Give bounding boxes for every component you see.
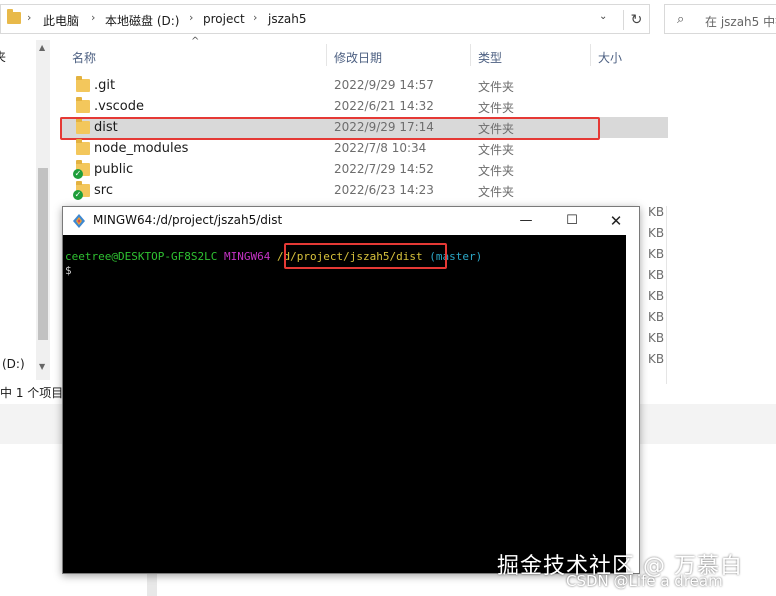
file-type: 文件夹 [478, 80, 515, 94]
column-header-date[interactable]: 修改日期 [334, 49, 382, 66]
search-icon: ⌕ [677, 12, 685, 27]
file-date: 2022/7/29 14:52 [334, 162, 434, 176]
nav-item-drive-d[interactable]: (D:) [2, 357, 25, 371]
scroll-down-icon[interactable]: ▼ [39, 362, 45, 371]
annotation-highlight-box [60, 117, 600, 140]
folder-icon [76, 76, 90, 92]
scroll-up-icon[interactable]: ▲ [39, 43, 45, 52]
column-header-size[interactable]: 大小 [598, 49, 622, 66]
nav-scrollbar[interactable]: ▲ ▼ [36, 40, 50, 380]
address-bar[interactable]: › 此电脑 › 本地磁盘 (D:) › project › jszah5 ⌄ ↻ [0, 4, 650, 34]
chevron-right-icon: › [91, 11, 96, 24]
terminal-titlebar[interactable]: MINGW64:/d/project/jszah5/dist — ☐ ✕ [63, 207, 639, 235]
refresh-icon[interactable]: ↻ [623, 10, 649, 30]
chevron-down-icon[interactable]: ⌄ [599, 11, 607, 22]
file-date: 2022/6/21 14:32 [334, 99, 434, 113]
terminal-title: MINGW64:/d/project/jszah5/dist [93, 213, 283, 227]
breadcrumb-jszah5[interactable]: jszah5 [268, 12, 306, 26]
folder-icon [76, 97, 90, 113]
prompt-user-host: ceetree@DESKTOP-GF8S2LC [65, 250, 218, 263]
terminal-output[interactable]: ceetree@DESKTOP-GF8S2LC MINGW64 /d/proje… [63, 235, 626, 573]
column-header-name[interactable]: 名称 [72, 49, 96, 66]
search-placeholder: 在 jszah5 中搜 [705, 15, 776, 29]
git-bash-logo-icon [73, 214, 85, 228]
file-row[interactable]: node_modules 2022/7/8 10:34 文件夹 [60, 138, 668, 159]
breadcrumb-project[interactable]: project [203, 12, 245, 26]
terminal-input-prompt[interactable]: $ [65, 264, 72, 277]
file-size-unit: KB [648, 352, 665, 366]
file-row[interactable]: ✓ public 2022/7/29 14:52 文件夹 [60, 159, 668, 180]
file-type: 文件夹 [478, 101, 515, 115]
file-name: node_modules [94, 141, 189, 156]
search-input[interactable]: ⌕ 在 jszah5 中搜 [664, 4, 776, 34]
file-date: 2022/7/8 10:34 [334, 141, 427, 155]
chevron-right-icon: › [189, 11, 194, 24]
column-headers: 名称 修改日期 类型 大小 [60, 40, 700, 70]
file-size-unit: KB [648, 247, 665, 261]
file-row[interactable]: .git 2022/9/29 14:57 文件夹 [60, 75, 668, 96]
maximize-button[interactable]: ☐ [549, 207, 595, 235]
file-row[interactable]: ✓ src 2022/6/23 14:23 文件夹 [60, 180, 668, 201]
prompt-system: MINGW64 [223, 250, 271, 263]
breadcrumb-this-pc[interactable]: 此电脑 [43, 12, 79, 29]
nav-item-label[interactable]: 夹 [0, 48, 6, 65]
breadcrumb-local-disk[interactable]: 本地磁盘 (D:) [105, 12, 179, 29]
close-button[interactable]: ✕ [593, 207, 639, 235]
chevron-right-icon: › [27, 11, 32, 24]
file-size-unit: KB [648, 268, 665, 282]
column-divider[interactable] [590, 44, 591, 66]
file-name: .vscode [94, 99, 144, 114]
file-type: 文件夹 [478, 164, 515, 178]
column-divider[interactable] [470, 44, 471, 66]
mingw64-terminal-window[interactable]: MINGW64:/d/project/jszah5/dist — ☐ ✕ cee… [62, 206, 640, 574]
sync-check-icon: ✓ [73, 190, 83, 200]
chevron-right-icon: › [253, 11, 258, 24]
sync-check-icon: ✓ [73, 169, 83, 179]
column-divider [666, 206, 667, 384]
file-type: 文件夹 [478, 185, 515, 199]
sort-ascending-icon: ^ [191, 36, 200, 47]
file-size-unit: KB [648, 289, 665, 303]
file-date: 2022/9/29 14:57 [334, 78, 434, 92]
folder-icon [76, 139, 90, 155]
watermark-subtext: CSDN @Life a dream [566, 572, 723, 590]
folder-icon [7, 9, 21, 24]
column-divider[interactable] [326, 44, 327, 66]
terminal-scrollbar[interactable] [626, 235, 639, 573]
column-header-type[interactable]: 类型 [478, 49, 502, 66]
file-size-unit: KB [648, 310, 665, 324]
file-type: 文件夹 [478, 143, 515, 157]
annotation-highlight-box [284, 243, 447, 269]
file-name: .git [94, 78, 116, 93]
file-row[interactable]: .vscode 2022/6/21 14:32 文件夹 [60, 96, 668, 117]
nav-scrollbar-thumb[interactable] [38, 168, 48, 340]
navigation-pane: 夹 ▲ ▼ [0, 40, 50, 380]
file-name: public [94, 162, 134, 177]
file-size-unit: KB [648, 205, 665, 219]
file-name: src [94, 183, 113, 198]
minimize-button[interactable]: — [503, 207, 549, 235]
status-bar-text: 中 1 个项目 [0, 386, 64, 400]
file-size-unit: KB [648, 331, 665, 345]
file-date: 2022/6/23 14:23 [334, 183, 434, 197]
file-size-unit: KB [648, 226, 665, 240]
